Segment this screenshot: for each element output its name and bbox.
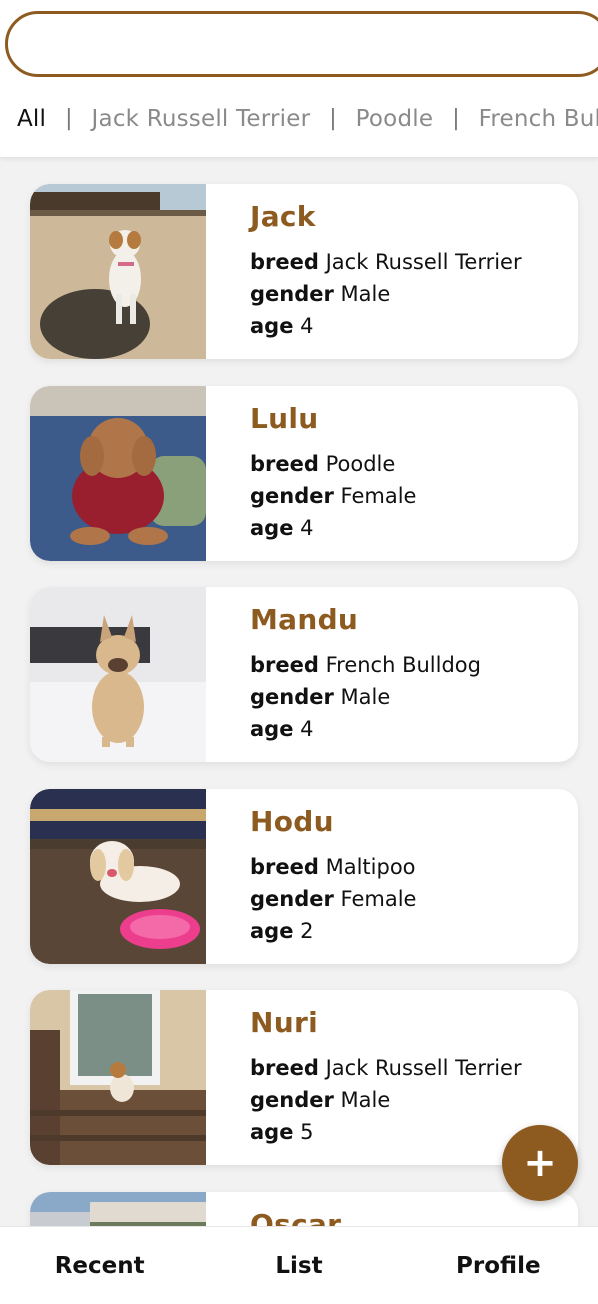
nav-profile[interactable]: Profile — [399, 1253, 598, 1279]
dog-photo-mandu — [30, 587, 206, 762]
dog-gender: gender Male — [250, 685, 391, 709]
dog-breed: breed Maltipoo — [250, 855, 416, 879]
nav-recent[interactable]: Recent — [0, 1253, 199, 1279]
bottom-nav: Recent List Profile — [0, 1226, 598, 1304]
dog-gender: gender Female — [250, 887, 417, 911]
filter-separator: | — [452, 106, 460, 131]
dog-age: age 2 — [250, 919, 314, 943]
dog-gender: gender Male — [250, 282, 391, 306]
dog-card[interactable]: Jack breed Jack Russell Terrier gender M… — [30, 184, 578, 359]
filter-poodle[interactable]: Poodle — [356, 106, 434, 132]
dog-card[interactable]: Hodu breed Maltipoo gender Female age 2 — [30, 789, 578, 964]
dog-card[interactable]: Mandu breed French Bulldog gender Male a… — [30, 587, 578, 762]
dog-photo-hodu — [30, 789, 206, 964]
dog-age: age 4 — [250, 516, 314, 540]
filter-separator: | — [329, 106, 337, 131]
dog-list[interactable]: Jack breed Jack Russell Terrier gender M… — [0, 158, 598, 1226]
add-dog-button[interactable]: + — [502, 1125, 578, 1201]
dog-name: Hodu — [250, 805, 334, 838]
dog-breed: breed Jack Russell Terrier — [250, 1056, 522, 1080]
dog-name: Lulu — [250, 402, 319, 435]
search-input[interactable] — [5, 11, 598, 77]
dog-gender: gender Female — [250, 484, 417, 508]
dog-card[interactable]: Lulu breed Poodle gender Female age 4 — [30, 386, 578, 561]
filter-separator: | — [65, 106, 73, 131]
dog-age: age 4 — [250, 717, 314, 741]
filter-all[interactable]: All — [17, 106, 46, 132]
breed-filter-bar: All | Jack Russell Terrier | Poodle | Fr… — [0, 80, 598, 158]
plus-icon: + — [523, 1140, 557, 1186]
dog-name: Oscar — [250, 1208, 342, 1226]
dog-name: Mandu — [250, 603, 359, 636]
dog-card[interactable]: Oscar — [30, 1192, 578, 1226]
dog-age: age 5 — [250, 1120, 314, 1144]
dog-card[interactable]: Nuri breed Jack Russell Terrier gender M… — [30, 990, 578, 1165]
dog-gender: gender Male — [250, 1088, 391, 1112]
dog-breed: breed French Bulldog — [250, 653, 481, 677]
nav-list[interactable]: List — [199, 1253, 398, 1279]
dog-breed: breed Poodle — [250, 452, 396, 476]
dog-photo-jack — [30, 184, 206, 359]
dog-age: age 4 — [250, 314, 314, 338]
filter-jack-russell-terrier[interactable]: Jack Russell Terrier — [92, 106, 311, 132]
dog-photo-nuri — [30, 990, 206, 1165]
dog-name: Nuri — [250, 1006, 318, 1039]
dog-name: Jack — [250, 200, 316, 233]
filter-french-bulldog[interactable]: French Bulldog — [479, 106, 598, 132]
top-bar — [0, 0, 598, 80]
dog-photo-oscar — [30, 1192, 206, 1226]
dog-photo-lulu — [30, 386, 206, 561]
dog-breed: breed Jack Russell Terrier — [250, 250, 522, 274]
